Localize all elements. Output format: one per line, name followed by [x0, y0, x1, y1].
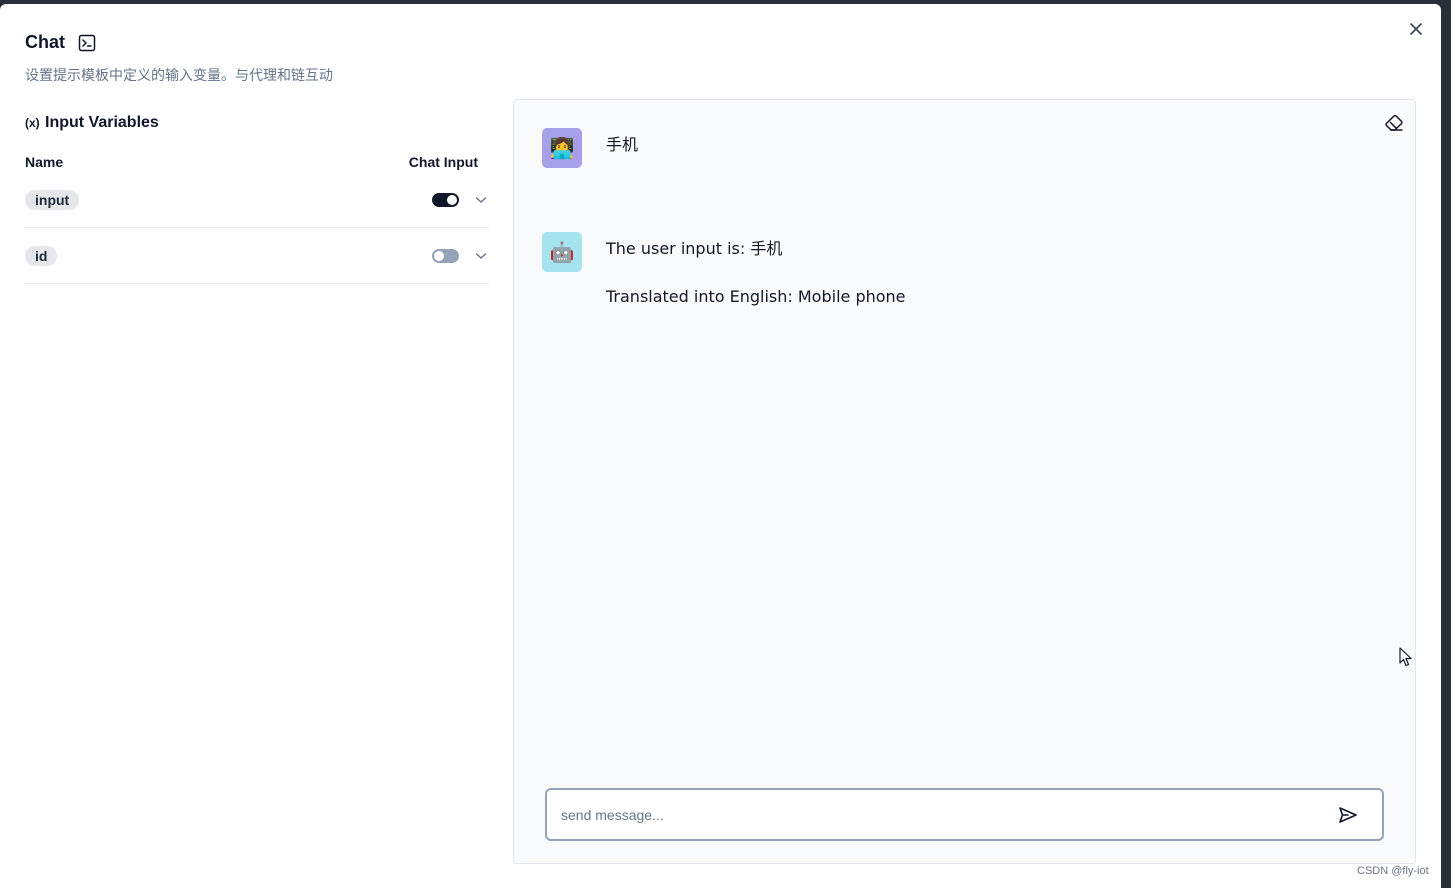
message-line: Translated into English: Mobile phone [606, 287, 906, 306]
message-line: 手机 [606, 135, 639, 154]
terminal-icon[interactable] [77, 33, 97, 53]
chat-panel: 👩‍💻 手机 🤖 The user input is: 手机 Translate… [513, 99, 1416, 864]
expand-variable-button[interactable] [473, 192, 489, 208]
column-name: Name [25, 154, 64, 170]
variable-row-id: id [25, 228, 489, 284]
message-input-container [545, 788, 1384, 841]
dialog-title: Chat [25, 32, 65, 52]
watermark: CSDN @fly-iot [1357, 865, 1429, 877]
send-icon [1339, 806, 1357, 823]
close-button[interactable] [1405, 18, 1427, 40]
robot-icon: 🤖 [549, 241, 575, 264]
close-icon [1410, 23, 1422, 35]
variable-row-input: input [25, 172, 489, 228]
variables-table-header: Name Chat Input [25, 152, 489, 172]
chevron-down-icon [475, 252, 487, 259]
dialog-header: Chat [25, 32, 97, 53]
eraser-icon [1385, 114, 1403, 131]
variable-name-chip: input [25, 189, 80, 210]
column-chat-input: Chat Input [408, 154, 478, 170]
chat-message-user: 👩‍💻 手机 [542, 128, 638, 168]
message-text: 手机 [606, 128, 638, 168]
variable-icon: (x) [25, 116, 40, 130]
dialog-subtitle: 设置提示模板中定义的输入变量。与代理和链互动 [25, 68, 333, 84]
chat-input-toggle[interactable] [432, 192, 459, 207]
message-input[interactable] [561, 806, 1336, 823]
chevron-down-icon [475, 196, 487, 203]
user-avatar: 👩‍💻 [542, 128, 582, 168]
message-text: The user input is: 手机 Translated into En… [606, 232, 906, 308]
input-variables-title: Input Variables [45, 114, 159, 131]
mouse-pointer-icon [1399, 647, 1413, 672]
input-variables-header: (x) Input Variables [25, 112, 489, 134]
chat-message-bot: 🤖 The user input is: 手机 Translated into … [542, 232, 906, 308]
bot-avatar: 🤖 [542, 232, 582, 272]
backdrop-edge [1441, 4, 1451, 888]
chat-input-toggle[interactable] [432, 248, 459, 263]
chat-modal: Chat 设置提示模板中定义的输入变量。与代理和链互动 (x) Input Va… [0, 4, 1441, 888]
clear-chat-button[interactable] [1382, 112, 1406, 134]
variable-name-chip: id [25, 245, 58, 266]
technologist-icon: 👩‍💻 [549, 137, 575, 160]
input-variables-panel: (x) Input Variables Name Chat Input inpu… [25, 112, 489, 284]
message-line: The user input is: 手机 [606, 239, 783, 258]
send-button[interactable] [1336, 803, 1360, 827]
expand-variable-button[interactable] [473, 248, 489, 264]
